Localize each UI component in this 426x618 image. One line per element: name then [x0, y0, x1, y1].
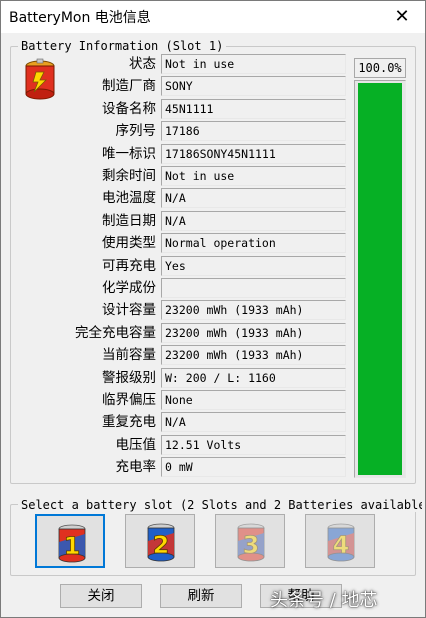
info-row-label: 序列号: [115, 123, 157, 140]
info-row-label: 使用类型: [102, 235, 156, 252]
info-row-value: SONY: [161, 76, 346, 97]
info-row-value: None: [161, 390, 346, 410]
charge-level-fill: [358, 83, 402, 475]
battery-information-group-label: Battery Information (Slot 1): [18, 39, 227, 53]
info-row-value: N/A: [161, 188, 346, 209]
info-row-label: 可再充电: [102, 257, 156, 274]
close-button[interactable]: 关闭: [60, 584, 142, 608]
info-row-value: N/A: [161, 210, 346, 231]
title-bar: BatteryMon 电池信息 ✕: [1, 1, 425, 33]
info-row-label: 剩余时间: [102, 168, 156, 184]
info-row-label: 充电率: [115, 459, 157, 476]
info-row-label: 当前容量: [102, 347, 156, 364]
slot-number: 2: [153, 531, 170, 559]
info-row-value: Yes: [161, 255, 346, 276]
info-row-value: [161, 278, 346, 298]
info-row-label: 警报级别: [102, 369, 156, 386]
info-row-label: 电压值: [115, 436, 157, 453]
info-row-value: Normal operation: [161, 233, 346, 254]
info-row-value: Not in use: [161, 166, 346, 186]
close-window-button[interactable]: ✕: [379, 1, 425, 33]
info-row-value: 17186SONY45N1111: [161, 143, 346, 164]
info-row-value: 12.51 Volts: [161, 434, 346, 455]
charge-level-bar: [354, 80, 406, 478]
battery-slot-icon: 1: [58, 524, 86, 563]
refresh-button[interactable]: 刷新: [160, 584, 242, 608]
info-row-value: 23200 mWh (1933 mAh): [161, 300, 346, 321]
info-row-label: 设备名称: [102, 100, 156, 117]
slot-4-button[interactable]: 4: [305, 514, 375, 568]
info-row-value: N/A: [161, 412, 346, 433]
info-row-label: 化学成份: [102, 280, 156, 296]
info-row-value: 17186: [161, 121, 346, 142]
battery-slot-icon: 3: [237, 523, 265, 562]
watermark: 头条号 / 地芯: [270, 590, 378, 611]
info-row-value: W: 200 / L: 1160: [161, 367, 346, 388]
info-row-value: 23200 mWh (1933 mAh): [161, 322, 346, 343]
info-row-label: 临界偏压: [102, 392, 156, 408]
battery-slot-icon: 4: [327, 523, 355, 562]
info-row-label: 状态: [129, 56, 156, 72]
slot-2-button[interactable]: 2: [125, 514, 195, 568]
info-row-label: 完全充电容量: [75, 324, 156, 341]
info-row-label: 重复充电: [102, 414, 156, 431]
slot-number: 4: [333, 531, 350, 559]
slot-selection-label: Select a battery slot (2 Slots and 2 Bat…: [18, 498, 422, 512]
battery-slot-icon: 2: [147, 523, 175, 562]
window-title: BatteryMon 电池信息: [9, 10, 151, 26]
slot-1-button[interactable]: 1: [35, 514, 105, 568]
info-row-label: 唯一标识: [102, 145, 156, 162]
info-row-label: 制造厂商: [102, 78, 156, 95]
info-row-value: 0 mW: [161, 457, 346, 478]
info-row-label: 制造日期: [102, 212, 156, 229]
info-row-value: Not in use: [161, 54, 346, 74]
close-icon: ✕: [394, 6, 410, 27]
info-row-value: 23200 mWh (1933 mAh): [161, 345, 346, 366]
info-row-value: 45N1111: [161, 98, 346, 119]
slot-number: 1: [64, 532, 81, 560]
info-row-label: 电池温度: [102, 190, 156, 207]
charge-percent-box: 100.0%: [354, 58, 406, 78]
slot-3-button[interactable]: 3: [215, 514, 285, 568]
slot-number: 3: [243, 531, 260, 559]
info-row-label: 设计容量: [102, 302, 156, 319]
